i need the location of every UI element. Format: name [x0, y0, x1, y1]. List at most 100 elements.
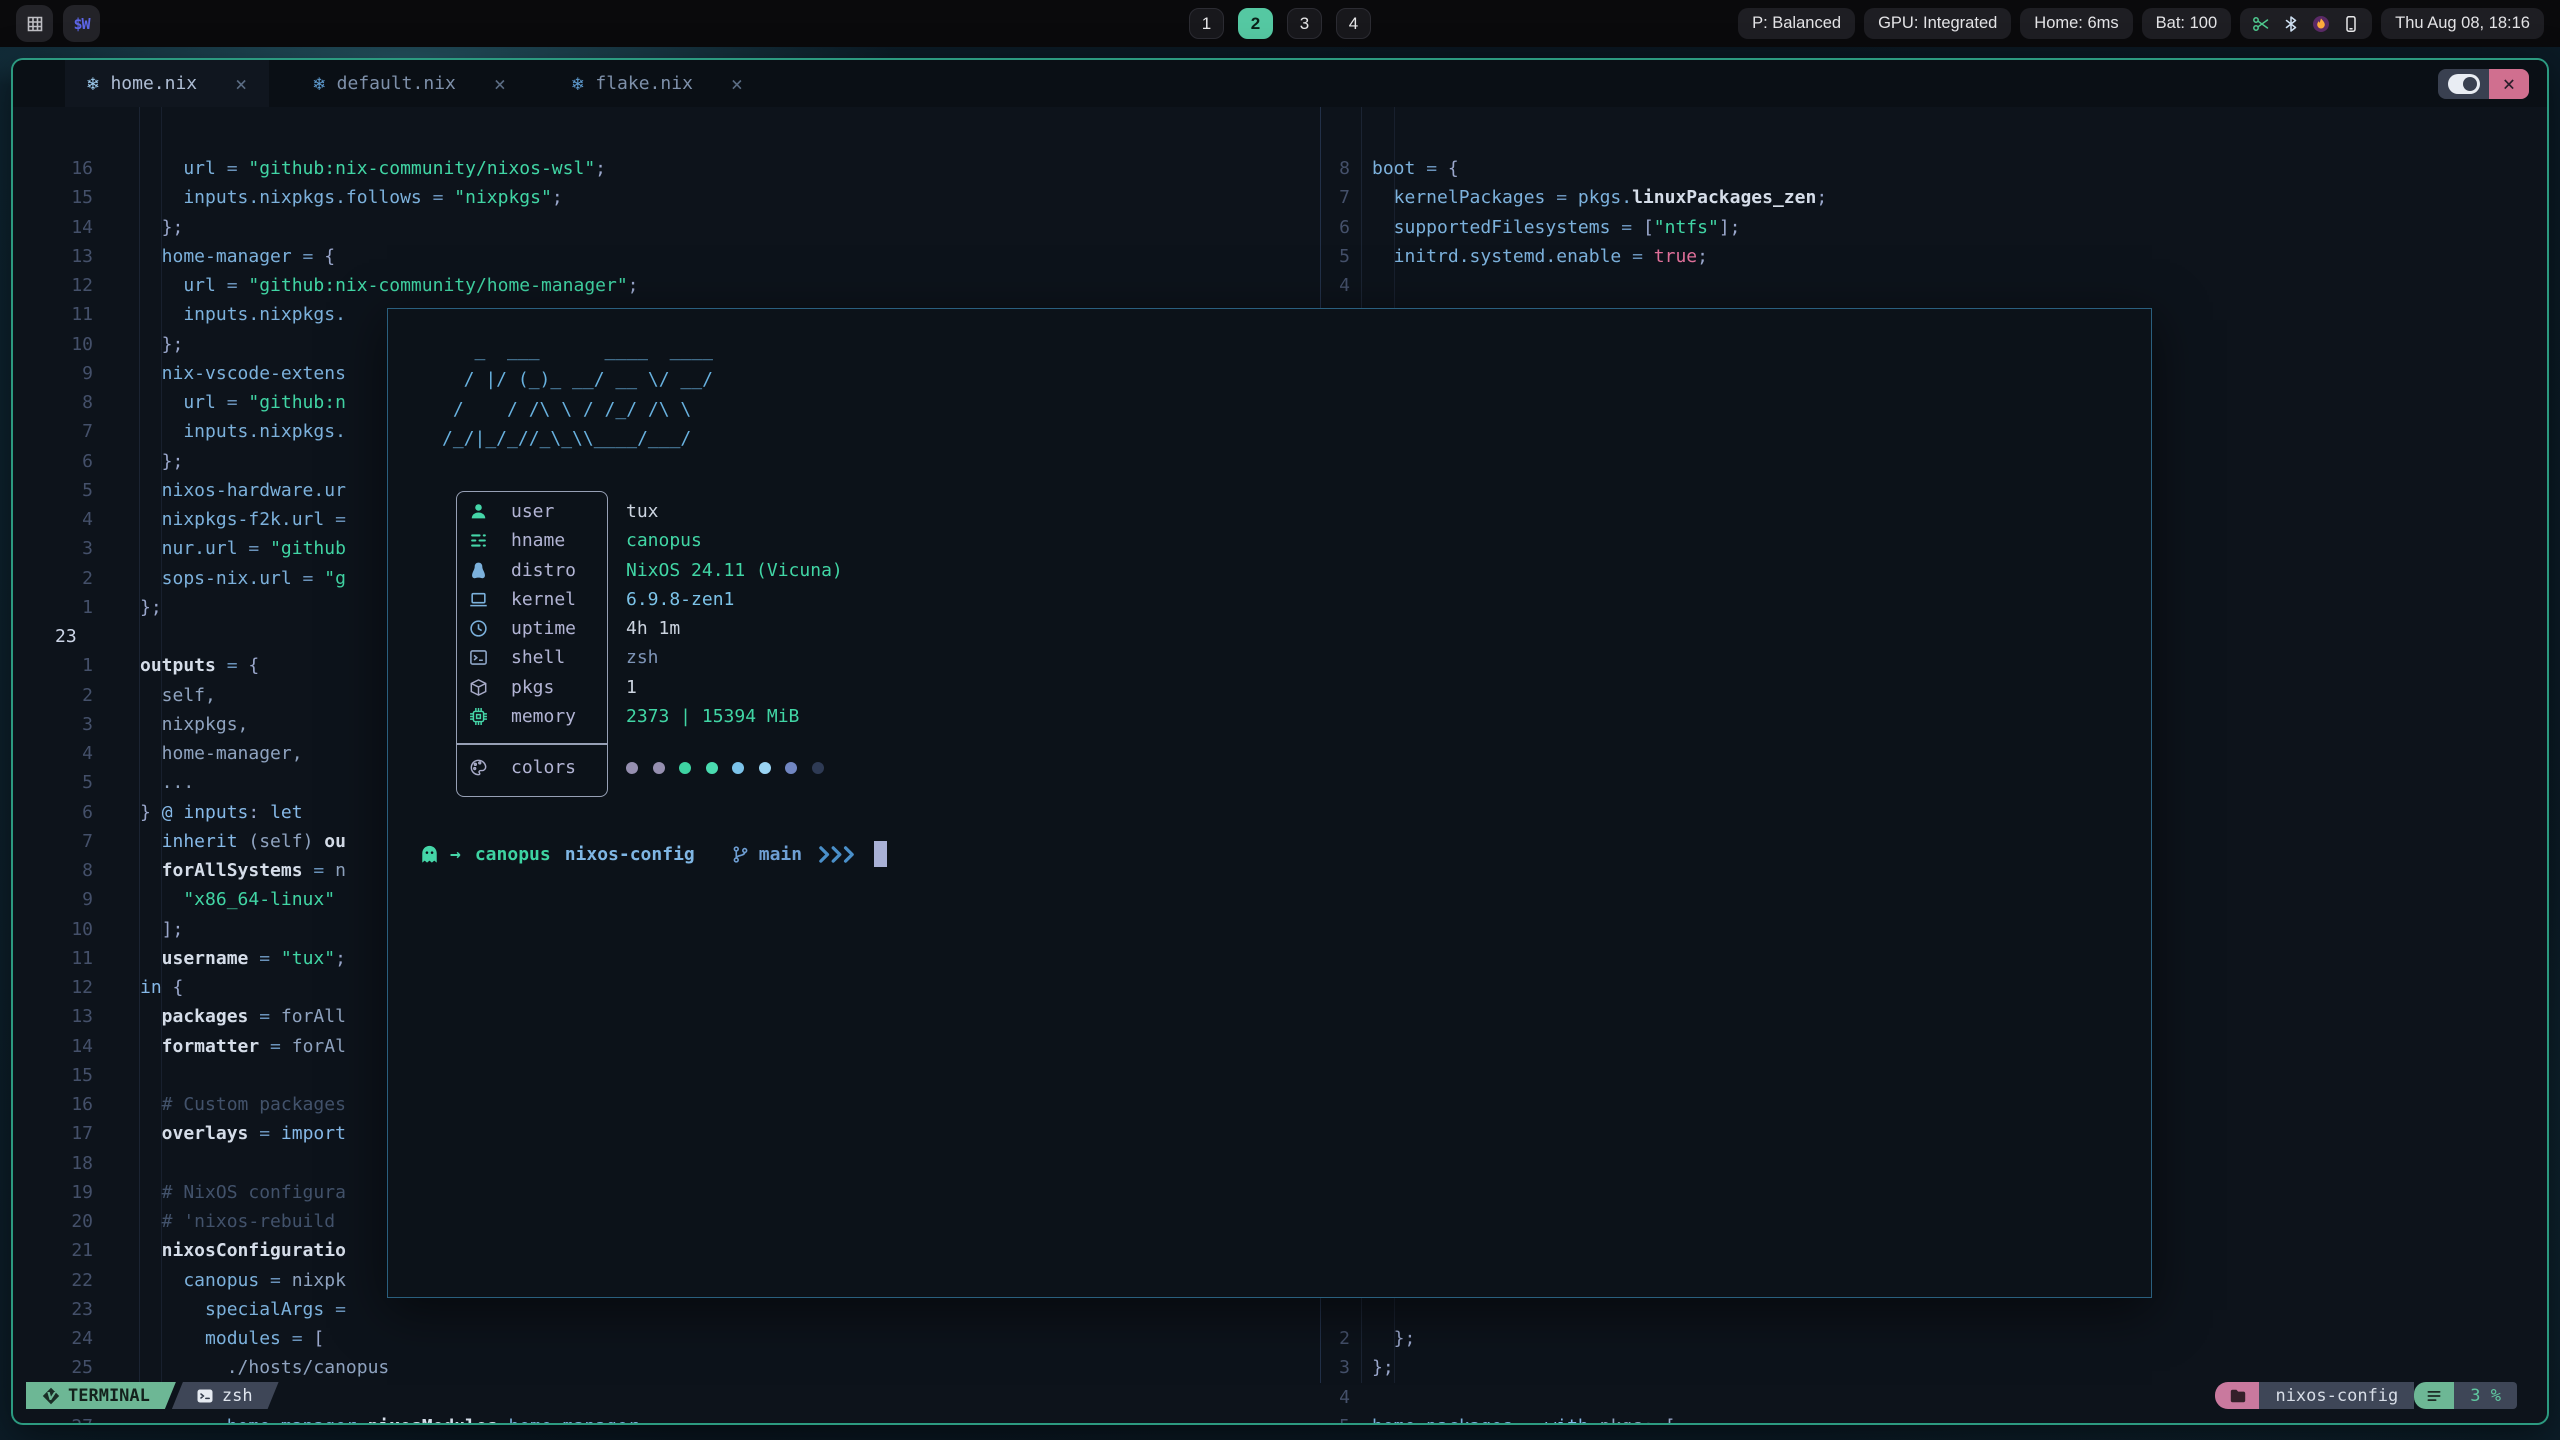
battery-pill[interactable]: Bat: 100	[2142, 8, 2231, 39]
code-line: 8boot = {	[13, 154, 2547, 184]
line-number: 22	[43, 1266, 93, 1295]
bluetooth-icon	[2282, 15, 2300, 33]
editor-area[interactable]: 16 url = "github:nix-community/nixos-wsl…	[13, 107, 2547, 1383]
line-number: 6	[1313, 213, 1350, 242]
launcher-apps[interactable]	[16, 5, 53, 42]
tab-default.nix[interactable]: ❄ default.nix ×	[291, 60, 528, 107]
line-text: outputs = {	[140, 651, 259, 680]
line-text: # 'nixos-rebuild	[140, 1207, 335, 1236]
workspace-3[interactable]: 3	[1287, 8, 1322, 39]
line-text: sops-nix.url = "g	[140, 564, 346, 593]
tab-close-button[interactable]: ×	[235, 72, 247, 96]
shell-prompt[interactable]: →canopusnixos-configmain	[419, 839, 887, 869]
fetch-row-pkgs: pkgs1	[388, 673, 2151, 702]
line-number: 5	[1313, 1412, 1350, 1423]
code-line: 2 };	[13, 1324, 2547, 1354]
line-text: self,	[140, 681, 216, 710]
line-text: };	[140, 593, 162, 622]
line-text: overlays = import	[140, 1119, 346, 1148]
fetch-value: 4h 1m	[626, 618, 680, 639]
tab-flake.nix[interactable]: ❄flake.nix×	[550, 60, 765, 107]
scissors-icon	[2252, 15, 2270, 33]
tab-close-button[interactable]: ×	[494, 72, 506, 96]
terminal-palette-dots	[626, 758, 824, 778]
workspace-4[interactable]: 4	[1336, 8, 1371, 39]
launcher-wm-logo[interactable]: $W	[63, 5, 100, 42]
tray-icons-pill[interactable]	[2240, 8, 2372, 39]
window-close-button[interactable]: ×	[2489, 69, 2529, 99]
workspace-2[interactable]: 2	[1238, 8, 1273, 39]
line-number: 9	[43, 885, 93, 914]
hostname-icon	[469, 531, 489, 551]
line-number: 7	[43, 827, 93, 856]
clock-pill[interactable]: Thu Aug 08, 18:16	[2381, 8, 2544, 39]
fetch-value: tux	[626, 501, 659, 522]
prompt-token: nixos-config	[565, 844, 695, 865]
chevrons-icon	[818, 845, 856, 864]
line-text: in {	[140, 973, 183, 1002]
palette-icon	[469, 758, 489, 778]
code-line: 23 specialArgs =	[13, 1295, 2547, 1325]
line-text: nur.url = "github	[140, 534, 346, 563]
fetch-label: shell	[511, 647, 565, 668]
prompt-token: →	[450, 844, 461, 865]
nix-snowflake-icon: ❄	[87, 73, 98, 95]
power-profile-pill[interactable]: P: Balanced	[1738, 8, 1855, 39]
memory-icon	[469, 706, 489, 726]
code-line: 4	[13, 271, 2547, 301]
line-text: kernelPackages = pkgs.linuxPackages_zen;	[1372, 183, 1827, 212]
fetch-label: user	[511, 501, 554, 522]
tab-close-button[interactable]: ×	[731, 72, 743, 96]
palette-dot-8	[812, 762, 824, 774]
line-number: 2	[1313, 1324, 1350, 1353]
prompt-token: main	[759, 844, 802, 865]
line-text: };	[140, 447, 183, 476]
line-number: 21	[43, 1236, 93, 1265]
status-bar: TERMINAL zsh nixos-config 3 %	[13, 1382, 2547, 1409]
gpu-pill[interactable]: GPU: Integrated	[1864, 8, 2011, 39]
ping-pill[interactable]: Home: 6ms	[2020, 8, 2132, 39]
line-number: 16	[43, 1090, 93, 1119]
line-number: 9	[43, 359, 93, 388]
line-text: nixpkgs,	[140, 710, 248, 739]
line-text: ...	[140, 768, 194, 797]
palette-dot-1	[626, 762, 638, 774]
tab-label: default.nix	[337, 73, 456, 94]
fetch-row-user: user tux	[388, 497, 2151, 526]
toggle-button[interactable]	[2438, 69, 2489, 99]
line-text: packages = forAll	[140, 1002, 346, 1031]
nixos-ascii-art: _ ___ ____ ____ / |/ (_)_ __/ __ \/ __/ …	[442, 336, 713, 453]
line-number: 13	[43, 1002, 93, 1031]
line-text: # NixOS configura	[140, 1178, 346, 1207]
fetch-row-uptime: uptime4h 1m	[388, 614, 2151, 643]
nix-snowflake-icon: ❄	[572, 73, 583, 95]
floating-terminal[interactable]: _ ___ ____ ____ / |/ (_)_ __/ __ \/ __/ …	[387, 308, 2152, 1298]
line-text: username = "tux";	[140, 944, 346, 973]
kernel-icon	[469, 589, 489, 609]
line-number: 1	[43, 593, 93, 622]
line-text: };	[140, 330, 183, 359]
line-text: nixpkgs-f2k.url =	[140, 505, 346, 534]
ghost-icon	[419, 844, 440, 865]
line-number: 11	[43, 300, 93, 329]
line-number: 8	[43, 856, 93, 885]
line-number: 5	[43, 768, 93, 797]
tab-home.nix[interactable]: ❄ home.nix ×	[65, 60, 269, 107]
tab-label: home.nix	[110, 73, 197, 94]
line-number: 23	[55, 622, 105, 651]
workspace-1[interactable]: 1	[1189, 8, 1224, 39]
workspaces: 1234	[1189, 8, 1371, 39]
code-line: 3};	[13, 1353, 2547, 1383]
line-number: 7	[43, 417, 93, 446]
line-text: supportedFilesystems = ["ntfs"];	[1372, 213, 1741, 242]
fetch-value: canopus	[626, 530, 702, 551]
line-number: 5	[43, 476, 93, 505]
line-number: 6	[43, 798, 93, 827]
fetch-value: zsh	[626, 647, 659, 668]
nix-snowflake-icon: ❄	[313, 73, 324, 95]
line-text: initrd.systemd.enable = true;	[1372, 242, 1708, 271]
palette-dot-2	[653, 762, 665, 774]
fetch-row-memory: memory2373 | 15394 MiB	[388, 702, 2151, 731]
line-number: 4	[1313, 271, 1350, 300]
line-text: boot = {	[1372, 154, 1459, 183]
